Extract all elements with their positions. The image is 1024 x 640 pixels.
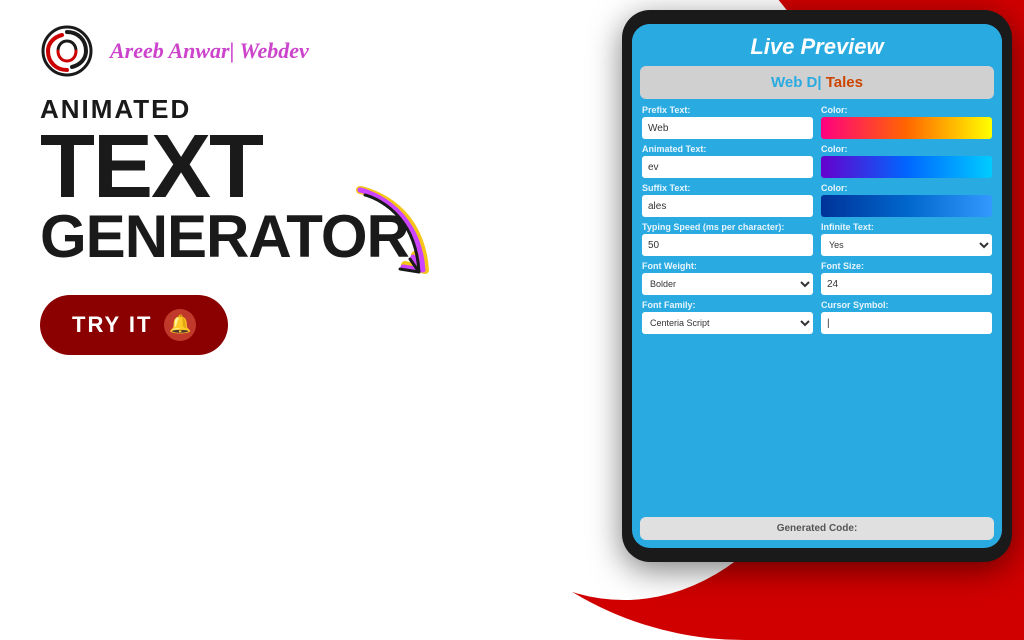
infinite-text-label: Infinite Text:	[821, 222, 992, 232]
cursor-symbol-label: Cursor Symbol:	[821, 300, 992, 310]
tablet-body: Live Preview Web D| Tales Prefix Text: C…	[622, 10, 1012, 562]
suffix-text-input[interactable]	[642, 195, 813, 217]
animated-color-label: Color:	[821, 144, 992, 154]
font-weight-label: Font Weight:	[642, 261, 813, 271]
form-area: Prefix Text: Color: Animated Text:	[632, 99, 1002, 513]
left-content-area: Areeb Anwar| Webdev ANIMATED TEXT GENERA…	[0, 0, 580, 576]
animated-text-input[interactable]	[642, 156, 813, 178]
suffix-text-group: Suffix Text:	[642, 183, 813, 217]
headline-generator: GENERATOR	[40, 207, 540, 267]
arrow-decoration-icon	[340, 180, 440, 310]
prefix-row: Prefix Text: Color:	[642, 105, 992, 139]
animated-color-bar[interactable]	[821, 156, 992, 178]
font-size-label: Font Size:	[821, 261, 992, 271]
prefix-color-group: Color:	[821, 105, 992, 139]
preview-display: Web D| Tales	[640, 66, 994, 99]
tablet-device: Live Preview Web D| Tales Prefix Text: C…	[622, 10, 1012, 562]
typing-speed-group: Typing Speed (ms per character):	[642, 222, 813, 256]
suffix-row: Suffix Text: Color:	[642, 183, 992, 217]
font-weight-select[interactable]: Bolder Normal Bold	[642, 273, 813, 295]
suffix-color-label: Color:	[821, 183, 992, 193]
font-weight-group: Font Weight: Bolder Normal Bold	[642, 261, 813, 295]
generated-code-bar: Generated Code:	[640, 517, 994, 540]
prefix-color-label: Color:	[821, 105, 992, 115]
preview-tales-text: Tales	[826, 74, 863, 91]
infinite-text-select[interactable]: Yes No	[821, 234, 992, 256]
font-family-group: Font Family: Centeria Script Arial Georg…	[642, 300, 813, 334]
animated-row: Animated Text: Color:	[642, 144, 992, 178]
try-it-label: TRY IT	[72, 312, 152, 338]
infinite-text-group: Infinite Text: Yes No	[821, 222, 992, 256]
prefix-text-label: Prefix Text:	[642, 105, 813, 115]
logo-row: Areeb Anwar| Webdev	[40, 24, 540, 78]
font-size-input[interactable]	[821, 273, 992, 295]
font-size-group: Font Size:	[821, 261, 992, 295]
prefix-text-group: Prefix Text:	[642, 105, 813, 139]
live-preview-header: Live Preview	[632, 24, 1002, 66]
typing-speed-label: Typing Speed (ms per character):	[642, 222, 813, 232]
typing-speed-input[interactable]	[642, 234, 813, 256]
font-weight-row: Font Weight: Bolder Normal Bold Font Siz…	[642, 261, 992, 295]
suffix-color-bar[interactable]	[821, 195, 992, 217]
animated-color-group: Color:	[821, 144, 992, 178]
cursor-symbol-input[interactable]	[821, 312, 992, 334]
prefix-color-bar[interactable]	[821, 117, 992, 139]
try-it-button[interactable]: TRY IT 🔔	[40, 295, 228, 355]
tablet-screen: Live Preview Web D| Tales Prefix Text: C…	[632, 24, 1002, 548]
animated-text-group: Animated Text:	[642, 144, 813, 178]
font-family-select[interactable]: Centeria Script Arial Georgia	[642, 312, 813, 334]
animated-text-label: Animated Text:	[642, 144, 813, 154]
typing-speed-row: Typing Speed (ms per character): Infinit…	[642, 222, 992, 256]
swirl-logo-icon	[40, 24, 94, 78]
bell-icon: 🔔	[164, 309, 196, 341]
suffix-color-group: Color:	[821, 183, 992, 217]
brand-name: Areeb Anwar| Webdev	[110, 38, 309, 64]
font-family-row: Font Family: Centeria Script Arial Georg…	[642, 300, 992, 334]
suffix-text-label: Suffix Text:	[642, 183, 813, 193]
font-family-label: Font Family:	[642, 300, 813, 310]
cursor-symbol-group: Cursor Symbol:	[821, 300, 992, 334]
prefix-text-input[interactable]	[642, 117, 813, 139]
preview-web-text: Web D|	[771, 74, 822, 91]
headline-text: TEXT	[40, 125, 540, 211]
